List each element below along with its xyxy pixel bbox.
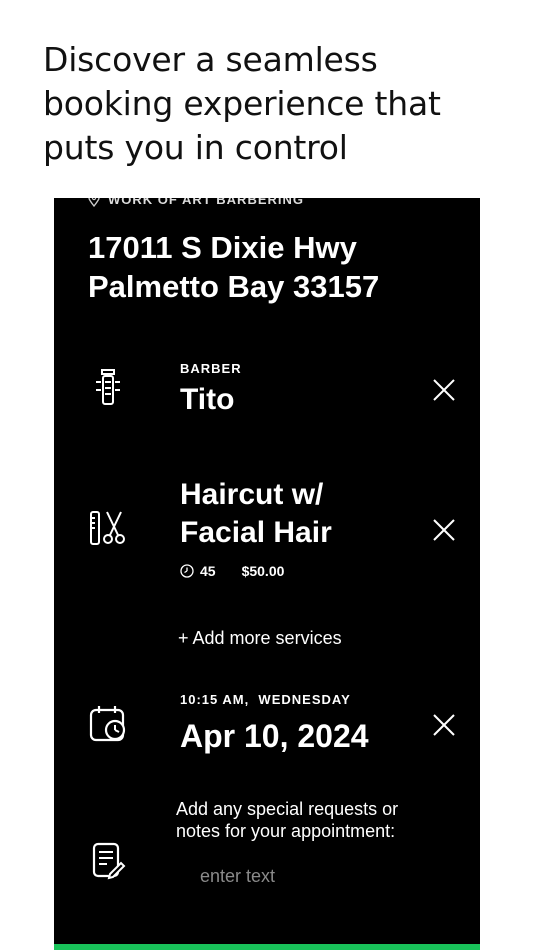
close-icon[interactable] — [429, 515, 459, 545]
notes-input[interactable] — [198, 863, 422, 889]
service-meta: 45 $50.00 — [180, 563, 284, 579]
shop-row: WORK OF ART BARBERING — [88, 198, 304, 207]
service-duration: 45 — [200, 563, 216, 579]
clipper-icon — [96, 369, 120, 405]
add-more-services-link[interactable]: + Add more services — [178, 628, 342, 649]
barber-label: BARBER — [180, 361, 242, 376]
calendar-clock-icon — [89, 706, 126, 742]
notes-icon — [92, 842, 126, 880]
service-name: Haircut w/ Facial Hair — [180, 478, 332, 549]
shop-address: 17011 S Dixie Hwy Palmetto Bay 33157 — [88, 230, 380, 304]
shop-name: WORK OF ART BARBERING — [108, 198, 305, 207]
promo-headline: Discover a seamless booking experience t… — [43, 40, 441, 167]
barber-name: Tito — [180, 383, 235, 416]
notes-label: Add any special requests or notes for yo… — [176, 799, 399, 841]
clock-icon — [180, 564, 194, 578]
booking-screen: WORK OF ART BARBERING 17011 S Dixie Hwy … — [54, 198, 480, 950]
location-pin-icon — [88, 198, 100, 207]
comb-scissors-icon — [90, 511, 125, 545]
close-icon[interactable] — [429, 710, 459, 740]
close-icon[interactable] — [429, 375, 459, 405]
appointment-date: Apr 10, 2024 — [180, 718, 369, 754]
book-button-edge[interactable] — [54, 944, 480, 950]
service-price: $50.00 — [241, 563, 285, 579]
appointment-time-day: 10:15 AM, WEDNESDAY — [180, 692, 351, 707]
